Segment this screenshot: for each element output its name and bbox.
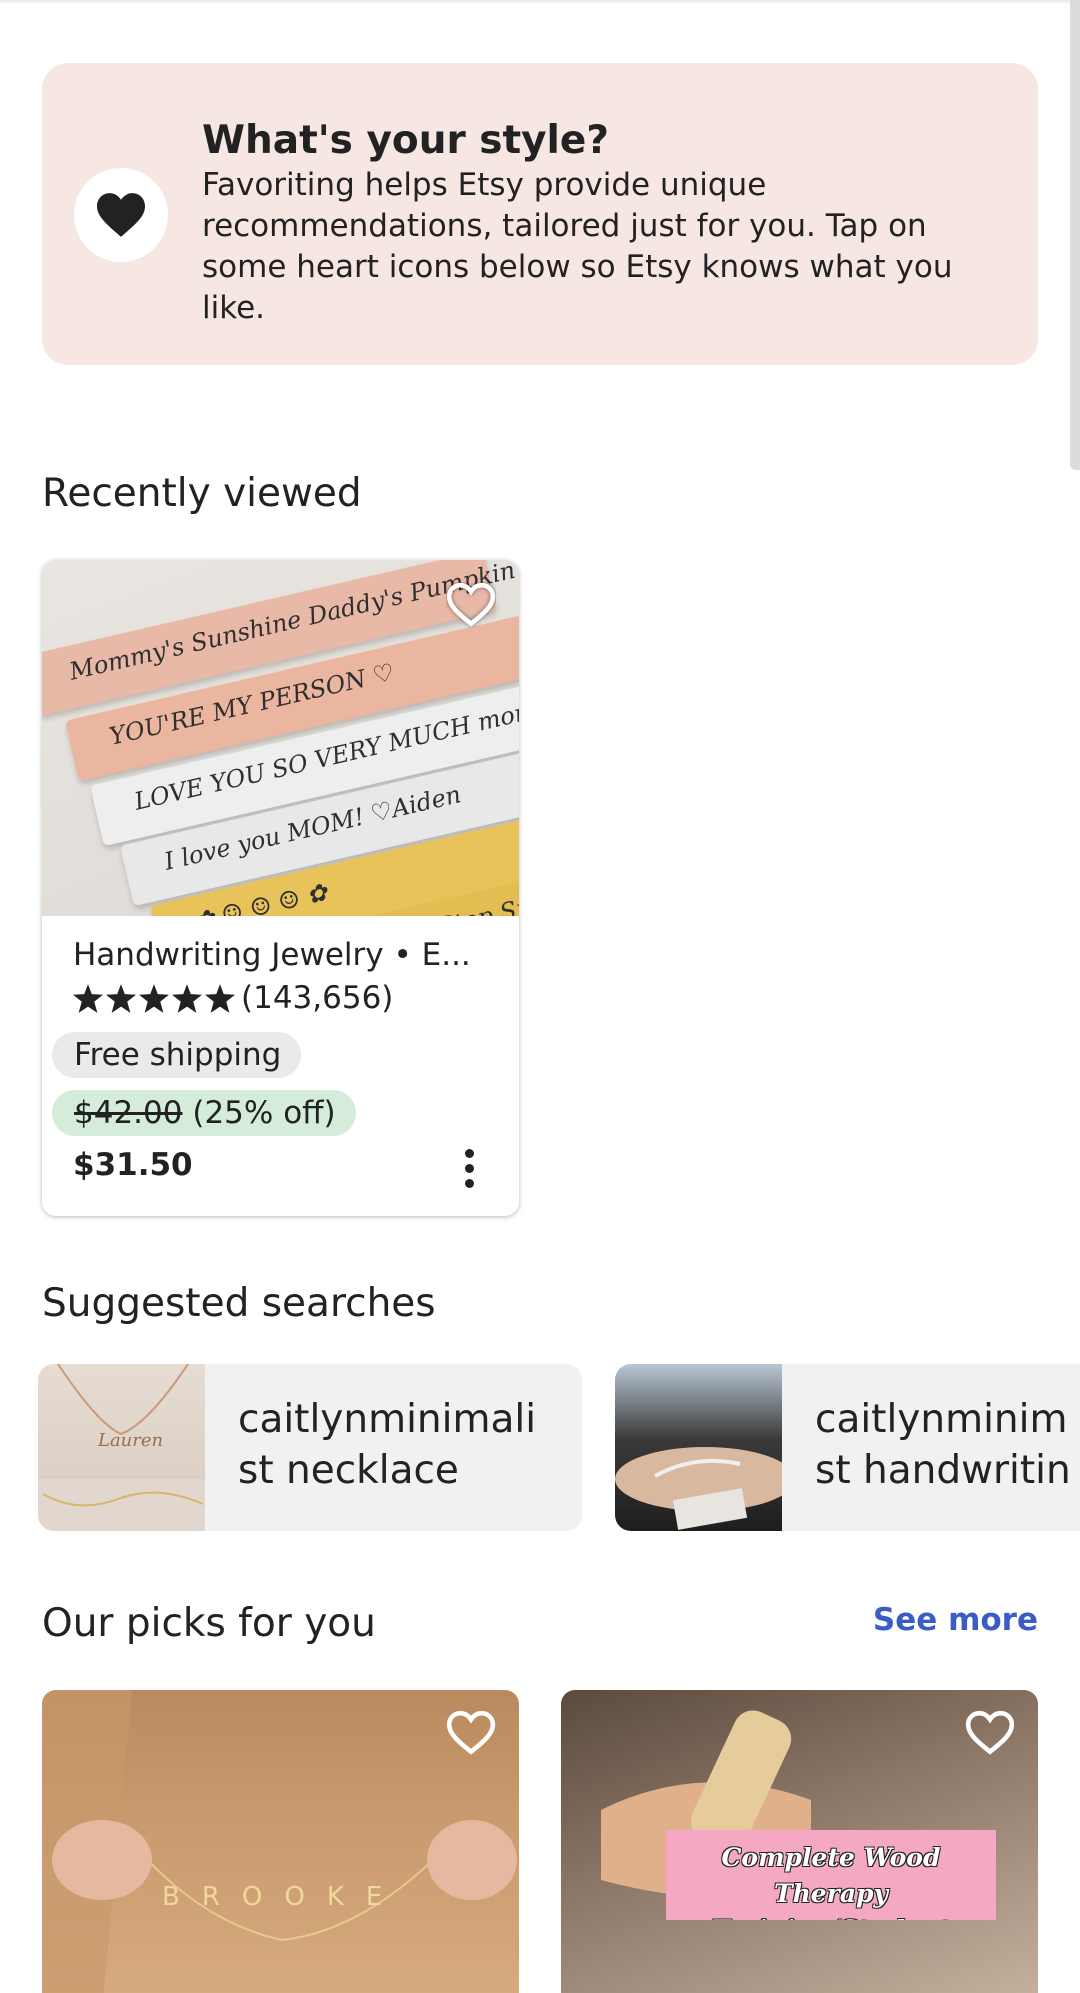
pick-image-text: Complete Wood Therapy Training/Student M… xyxy=(711,1843,950,1920)
suggested-searches-title: Suggested searches xyxy=(42,1281,436,1326)
suggested-search-chip[interactable]: Lauren caitlynminimali st necklace xyxy=(38,1364,582,1531)
pick-image-text: BROOKE xyxy=(162,1882,404,1912)
original-price: $42.00 xyxy=(74,1095,183,1131)
star-icon xyxy=(172,983,202,1013)
svg-text:Lauren: Lauren xyxy=(97,1430,163,1451)
star-icon xyxy=(139,983,169,1013)
more-options-icon[interactable] xyxy=(454,1140,484,1196)
star-rating-icons xyxy=(73,983,235,1013)
review-count: (143,656) xyxy=(241,980,394,1016)
star-icon xyxy=(205,983,235,1013)
our-picks-title: Our picks for you xyxy=(42,1601,376,1646)
star-icon xyxy=(73,983,103,1013)
style-prompt-text: What's your style? Favoriting helps Etsy… xyxy=(202,117,1002,329)
star-icon xyxy=(106,983,136,1013)
search-thumbnail: Lauren xyxy=(38,1364,205,1531)
recently-viewed-title: Recently viewed xyxy=(42,471,362,516)
pick-card[interactable]: Complete Wood Therapy Training/Student M… xyxy=(561,1690,1038,1993)
suggested-search-label: caitlynminim st handwritin xyxy=(815,1397,1071,1493)
sale-badge: $42.00 (25% off) xyxy=(52,1090,356,1136)
suggested-search-chip[interactable]: caitlynminim st handwritin xyxy=(615,1364,1080,1531)
see-more-link[interactable]: See more xyxy=(873,1600,1038,1640)
scrollbar[interactable] xyxy=(1070,0,1080,470)
favorite-heart-icon[interactable] xyxy=(961,1704,1019,1762)
style-prompt-body: Favoriting helps Etsy provide unique rec… xyxy=(202,167,953,326)
discount-percent: (25% off) xyxy=(192,1095,336,1131)
recently-viewed-card[interactable]: Mommy's Sunshine Daddy's Pumpkin YOU'RE … xyxy=(42,560,519,1216)
favorite-heart-icon[interactable] xyxy=(442,1704,500,1762)
top-shadow xyxy=(0,0,1080,4)
style-prompt-title: What's your style? xyxy=(202,118,609,163)
style-prompt-card: What's your style? Favoriting helps Etsy… xyxy=(42,63,1038,365)
favorite-heart-icon[interactable] xyxy=(442,576,500,634)
suggested-search-label: caitlynminimali st necklace xyxy=(238,1397,537,1493)
listing-rating: (143,656) xyxy=(73,978,393,1018)
heart-icon xyxy=(74,168,168,262)
free-shipping-badge: Free shipping xyxy=(52,1032,302,1078)
listing-price: $31.50 xyxy=(73,1147,193,1183)
pick-card[interactable]: BROOKE xyxy=(42,1690,519,1993)
search-thumbnail xyxy=(615,1364,782,1531)
listing-title: Handwriting Jewelry • E... xyxy=(73,937,471,973)
